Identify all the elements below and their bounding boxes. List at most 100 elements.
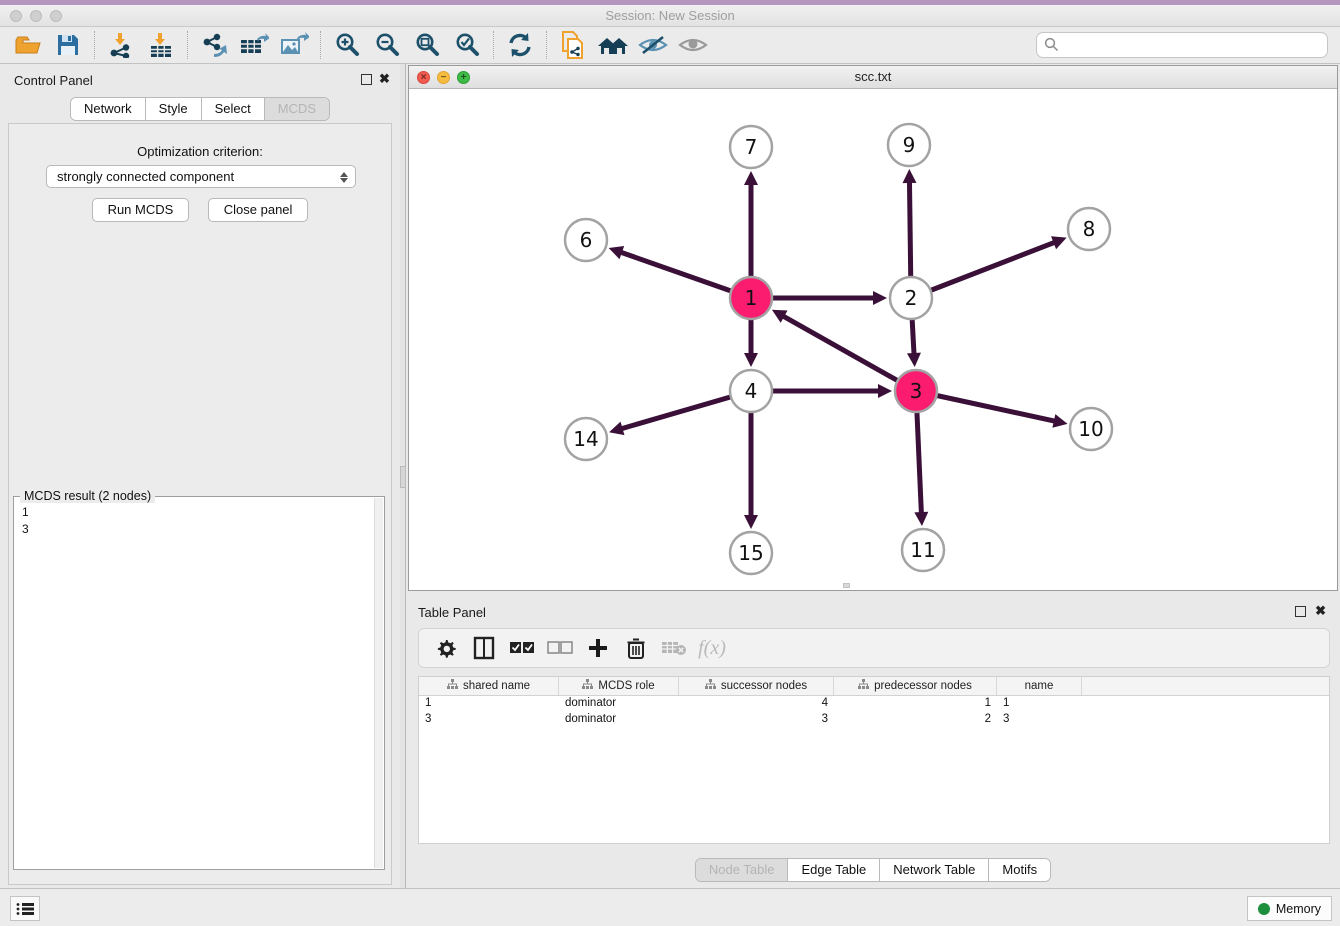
- main-toolbar: [0, 27, 1340, 64]
- graph-edge-3-1[interactable]: [781, 315, 916, 391]
- run-mcds-button[interactable]: Run MCDS: [92, 198, 190, 222]
- close-window-icon[interactable]: [10, 10, 22, 22]
- function-builder-icon[interactable]: f(x): [695, 633, 729, 663]
- add-column-icon[interactable]: [581, 633, 615, 663]
- float-table-panel-icon[interactable]: [1295, 606, 1306, 617]
- tab-node-table[interactable]: Node Table: [696, 859, 789, 881]
- table-row[interactable]: 1 dominator 4 1 1: [419, 696, 1329, 712]
- graph-node-label: 7: [745, 135, 758, 159]
- export-table-icon[interactable]: [234, 30, 274, 60]
- hierarchy-icon: [582, 679, 593, 693]
- graph-edge-arrowhead: [744, 353, 758, 367]
- zoom-selected-icon[interactable]: [447, 30, 487, 60]
- export-network-icon[interactable]: [194, 30, 234, 60]
- search-input[interactable]: [1036, 32, 1328, 58]
- graph-node-label: 3: [910, 379, 923, 403]
- toolbar-separator: [187, 31, 188, 59]
- column-view-icon[interactable]: [467, 633, 501, 663]
- cell-predecessor-nodes[interactable]: 2: [834, 712, 997, 728]
- tab-style[interactable]: Style: [146, 98, 202, 120]
- refresh-icon[interactable]: [500, 30, 540, 60]
- cell-shared-name[interactable]: 1: [419, 696, 559, 712]
- tab-network-table[interactable]: Network Table: [880, 859, 989, 881]
- graph-node-label: 1: [745, 286, 758, 310]
- cell-name[interactable]: 3: [997, 712, 1082, 728]
- toolbar-separator: [94, 31, 95, 59]
- column-header-predecessor-nodes[interactable]: predecessor nodes: [834, 677, 997, 695]
- cell-shared-name[interactable]: 3: [419, 712, 559, 728]
- network-window: × − + scc.txt 7968124314101511: [408, 65, 1338, 591]
- cell-successor-nodes[interactable]: 4: [679, 696, 834, 712]
- splitter-grip[interactable]: [400, 466, 406, 488]
- trash-icon[interactable]: [619, 633, 653, 663]
- control-panel-tabs: Network Style Select MCDS: [70, 97, 330, 121]
- table-row[interactable]: 3 dominator 3 2 3: [419, 712, 1329, 728]
- graph-edge-arrowhead: [878, 384, 892, 398]
- memory-button[interactable]: Memory: [1247, 896, 1332, 921]
- tab-edge-table[interactable]: Edge Table: [788, 859, 880, 881]
- maximize-window-icon[interactable]: [50, 10, 62, 22]
- result-scrollbar[interactable]: [374, 498, 383, 868]
- column-header-successor-nodes[interactable]: successor nodes: [679, 677, 834, 695]
- deselect-all-icon[interactable]: [543, 633, 577, 663]
- cell-mcds-role[interactable]: dominator: [559, 712, 679, 728]
- duplicate-network-icon[interactable]: [553, 30, 593, 60]
- network-canvas[interactable]: 7968124314101511: [409, 89, 1337, 590]
- zoom-out-icon[interactable]: [367, 30, 407, 60]
- network-window-controls[interactable]: × − +: [417, 71, 470, 84]
- window-title: Session: New Session: [0, 5, 1340, 26]
- close-panel-icon[interactable]: ✖: [379, 71, 390, 87]
- cell-mcds-role[interactable]: dominator: [559, 696, 679, 712]
- home-houses-icon[interactable]: [593, 30, 633, 60]
- tab-mcds[interactable]: MCDS: [265, 98, 329, 120]
- graph-edge-2-8[interactable]: [911, 242, 1056, 298]
- close-network-icon[interactable]: ×: [417, 71, 430, 84]
- table-toolbar: f(x): [418, 628, 1330, 668]
- graph-edge-arrowhead: [914, 512, 928, 526]
- dropdown-stepper-icon: [339, 169, 349, 185]
- close-table-panel-icon[interactable]: ✖: [1315, 603, 1326, 619]
- maximize-network-icon[interactable]: +: [457, 71, 470, 84]
- column-header-mcds-role[interactable]: MCDS role: [559, 677, 679, 695]
- hierarchy-icon: [858, 679, 869, 693]
- control-panel: Control Panel ✖ Network Style Select MCD…: [0, 64, 400, 888]
- float-panel-icon[interactable]: [361, 74, 372, 85]
- zoom-fit-icon[interactable]: [407, 30, 447, 60]
- mcds-result-text[interactable]: 1 3: [14, 500, 374, 866]
- zoom-in-icon[interactable]: [327, 30, 367, 60]
- graph-edge-arrowhead: [744, 171, 758, 185]
- tab-network[interactable]: Network: [71, 98, 146, 120]
- mcds-result-box: MCDS result (2 nodes) 1 3: [13, 496, 385, 870]
- minimize-window-icon[interactable]: [30, 10, 42, 22]
- network-window-titlebar[interactable]: × − + scc.txt: [409, 66, 1337, 89]
- tab-select[interactable]: Select: [202, 98, 265, 120]
- save-session-icon[interactable]: [48, 30, 88, 60]
- table-settings-gear-icon[interactable]: [429, 633, 463, 663]
- cell-predecessor-nodes[interactable]: 1: [834, 696, 997, 712]
- export-image-icon[interactable]: [274, 30, 314, 60]
- graph-node-label: 10: [1078, 417, 1103, 441]
- tab-motifs[interactable]: Motifs: [989, 859, 1050, 881]
- column-header-name[interactable]: name: [997, 677, 1082, 695]
- cell-successor-nodes[interactable]: 3: [679, 712, 834, 728]
- graph-edge-arrowhead: [609, 246, 625, 259]
- minimize-network-icon[interactable]: −: [437, 71, 450, 84]
- task-history-button[interactable]: [10, 896, 40, 921]
- open-file-icon[interactable]: [8, 30, 48, 60]
- select-all-icon[interactable]: [505, 633, 539, 663]
- column-header-shared-name[interactable]: shared name: [419, 677, 559, 695]
- optimization-criterion-select[interactable]: strongly connected component: [46, 165, 356, 188]
- window-controls[interactable]: [10, 10, 62, 22]
- delete-table-icon[interactable]: [657, 633, 691, 663]
- network-resize-grip[interactable]: [843, 583, 850, 588]
- close-panel-button[interactable]: Close panel: [208, 198, 309, 222]
- graph-edge-arrowhead: [609, 422, 624, 435]
- hide-eye-icon[interactable]: [633, 30, 673, 60]
- import-network-icon[interactable]: [101, 30, 141, 60]
- cell-name[interactable]: 1: [997, 696, 1082, 712]
- graph-edge-arrowhead: [744, 515, 758, 529]
- hierarchy-icon: [705, 679, 716, 693]
- import-table-icon[interactable]: [141, 30, 181, 60]
- graph-node-label: 15: [738, 541, 763, 565]
- show-eye-icon[interactable]: [673, 30, 713, 60]
